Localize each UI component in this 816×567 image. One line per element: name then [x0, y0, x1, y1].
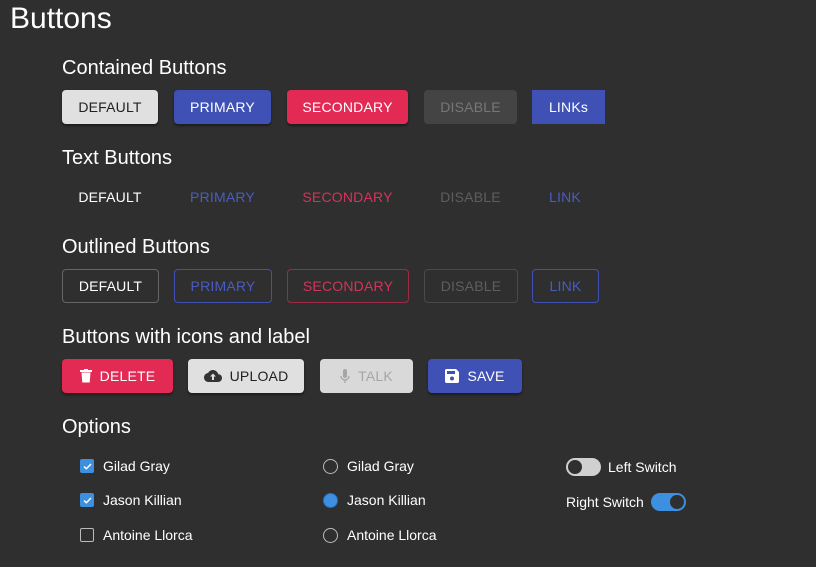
text-disable-button: DISABLE: [440, 189, 501, 205]
checkbox-jason-killian[interactable]: Jason Killian: [80, 490, 182, 510]
checkbox-antoine-llorca[interactable]: Antoine Llorca: [80, 525, 193, 545]
contained-link-button[interactable]: LINKs: [532, 90, 605, 124]
checkbox-checked-icon[interactable]: [80, 493, 94, 507]
toggle-switch-off[interactable]: [566, 458, 601, 476]
outlined-secondary-button[interactable]: SECONDARY: [287, 269, 409, 303]
icon-buttons-title: Buttons with icons and label: [62, 326, 310, 348]
contained-disable-button: DISABLE: [424, 90, 517, 124]
contained-default-button[interactable]: DEFAULT: [62, 90, 158, 124]
page-title: Buttons: [10, 2, 112, 35]
radio-gilad-gray[interactable]: Gilad Gray: [323, 456, 414, 476]
radio-jason-killian[interactable]: Jason Killian: [323, 490, 426, 510]
text-secondary-button[interactable]: SECONDARY: [287, 180, 408, 214]
text-buttons-title: Text Buttons: [62, 147, 173, 169]
right-switch[interactable]: Right Switch: [566, 492, 686, 512]
microphone-icon: [340, 368, 350, 383]
left-switch[interactable]: Left Switch: [566, 457, 676, 477]
save-button[interactable]: SAVE: [428, 359, 522, 393]
radio-label: Jason Killian: [347, 492, 426, 508]
outlined-buttons-title: Outlined Buttons: [62, 236, 210, 258]
contained-buttons-title: Contained Buttons: [62, 57, 227, 79]
text-link-button[interactable]: LINK: [532, 180, 598, 214]
trash-icon: [79, 369, 92, 383]
radio-antoine-llorca[interactable]: Antoine Llorca: [323, 525, 437, 545]
outlined-default-button[interactable]: DEFAULT: [62, 269, 159, 303]
talk-button: TALK: [320, 359, 413, 393]
outlined-primary-button[interactable]: PRIMARY: [174, 269, 272, 303]
cloud-upload-icon: [203, 369, 222, 382]
upload-label: UPLOAD: [229, 368, 289, 384]
contained-primary-button[interactable]: PRIMARY: [174, 90, 271, 124]
switch-label: Left Switch: [608, 459, 677, 475]
text-default-button[interactable]: DEFAULT: [62, 180, 158, 214]
text-primary-button[interactable]: PRIMARY: [174, 180, 271, 214]
delete-label: DELETE: [99, 368, 156, 384]
radio-unselected-icon[interactable]: [323, 458, 338, 474]
checkbox-label: Antoine Llorca: [103, 527, 193, 543]
talk-label: TALK: [358, 368, 393, 384]
radio-label: Gilad Gray: [347, 458, 414, 474]
checkbox-unchecked-icon[interactable]: [80, 528, 94, 542]
checkbox-gilad-gray[interactable]: Gilad Gray: [80, 456, 170, 476]
outlined-disable-button: DISABLE: [424, 269, 518, 303]
switch-knob: [669, 495, 684, 509]
checkbox-label: Jason Killian: [103, 492, 182, 508]
contained-secondary-button[interactable]: SECONDARY: [287, 90, 408, 124]
floppy-disk-icon: [445, 369, 460, 383]
radio-selected-icon[interactable]: [323, 492, 338, 508]
switch-knob: [568, 460, 582, 474]
outlined-link-button[interactable]: LINK: [532, 269, 599, 303]
checkbox-checked-icon[interactable]: [80, 459, 94, 473]
switch-label: Right Switch: [566, 494, 644, 510]
upload-button[interactable]: UPLOAD: [188, 359, 304, 393]
checkbox-label: Gilad Gray: [103, 458, 170, 474]
toggle-switch-on[interactable]: [650, 493, 686, 511]
options-title: Options: [62, 416, 131, 438]
radio-label: Antoine Llorca: [347, 527, 437, 543]
save-label: SAVE: [467, 368, 505, 384]
radio-unselected-icon[interactable]: [323, 527, 338, 543]
delete-button[interactable]: DELETE: [62, 359, 173, 393]
